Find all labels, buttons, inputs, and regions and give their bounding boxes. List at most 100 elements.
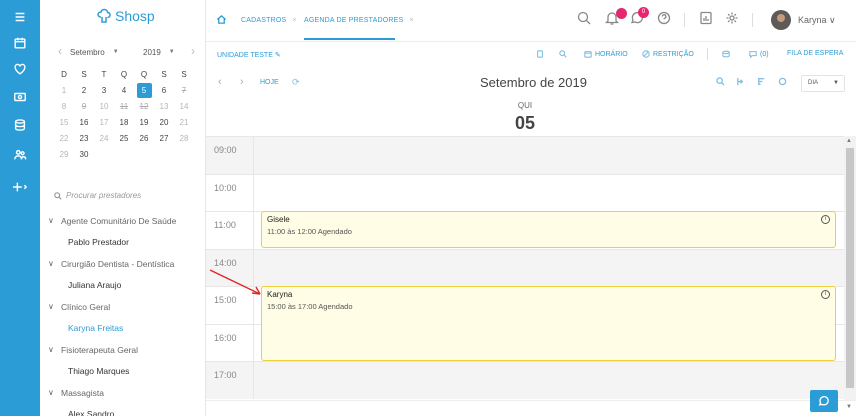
money-icon[interactable] <box>0 86 40 108</box>
calendar-day[interactable]: 14 <box>174 102 194 111</box>
calendar-day[interactable]: 24 <box>94 134 114 143</box>
chevron-down-icon: ∨ <box>48 388 54 398</box>
help-icon[interactable] <box>656 10 672 28</box>
calendar-day[interactable]: 11 <box>114 102 134 111</box>
print-button[interactable] <box>536 50 544 58</box>
calendar-day[interactable]: 8 <box>54 102 74 111</box>
pin-button[interactable] <box>722 50 730 58</box>
avatar[interactable] <box>771 10 791 30</box>
calendar-day-selected[interactable]: 5 <box>134 82 154 98</box>
provider-item[interactable]: Pablo Prestador <box>48 232 204 254</box>
search-button[interactable] <box>559 50 567 58</box>
specialty-group[interactable]: ∨ Fisioterapeuta Geral <box>48 339 204 361</box>
tab-cadastros[interactable]: CADASTROS × <box>241 17 297 24</box>
provider-search[interactable]: Procurar prestadores <box>54 191 141 200</box>
calendar-day[interactable]: 17 <box>94 118 114 127</box>
calendar-day[interactable]: 3 <box>94 86 114 95</box>
appointment-event[interactable]: Gisele 11:00 às 12:00 Agendado i <box>261 211 836 248</box>
add-expand-icon[interactable] <box>0 176 40 198</box>
calendar-day[interactable]: 23 <box>74 134 94 143</box>
search-icon[interactable] <box>716 77 725 88</box>
calendar-day[interactable]: 20 <box>154 118 174 127</box>
calendar-day[interactable]: 9 <box>74 102 94 111</box>
icon-rail <box>0 0 40 416</box>
calendar-day[interactable]: 12 <box>134 102 154 111</box>
calendar-day[interactable]: 25 <box>114 134 134 143</box>
specialty-group[interactable]: ∨ Clínico Geral <box>48 296 204 318</box>
block-icon <box>642 50 650 58</box>
info-icon[interactable]: i <box>821 290 830 299</box>
calendar-day[interactable]: 16 <box>74 118 94 127</box>
calendar-day[interactable]: 6 <box>154 86 174 95</box>
month-select[interactable]: Setembro ▼ <box>70 45 119 59</box>
provider-item[interactable]: Juliana Araujo <box>48 275 204 297</box>
calendar-next-button[interactable]: › <box>191 45 195 57</box>
horario-button[interactable]: HORÁRIO <box>584 50 628 58</box>
provider-item-selected[interactable]: Karyna Freitas <box>48 318 204 340</box>
week-row: 15 16 17 18 19 20 21 <box>54 114 204 130</box>
circle-icon[interactable] <box>778 77 787 88</box>
chevron-down-icon: ▼ <box>168 49 175 55</box>
info-icon[interactable]: i <box>821 215 830 224</box>
refresh-icon[interactable]: ⟳ <box>292 77 300 88</box>
calendar-day[interactable]: 2 <box>74 86 94 95</box>
calendar-day[interactable]: 21 <box>174 118 194 127</box>
calendar-day[interactable]: 1 <box>54 86 74 95</box>
unit-selector[interactable]: UNIDADE TESTE ✎ <box>217 51 281 59</box>
calendar-day[interactable]: 10 <box>94 102 114 111</box>
scrollbar-thumb[interactable] <box>846 148 854 388</box>
calendar-day[interactable]: 22 <box>54 134 74 143</box>
annotation-arrow-icon <box>209 269 261 295</box>
chat-float-button[interactable] <box>810 390 838 412</box>
calendar-icon[interactable] <box>0 32 40 54</box>
calendar-day[interactable]: 28 <box>174 134 194 143</box>
menu-icon[interactable] <box>0 6 40 28</box>
next-day-button[interactable]: › <box>240 76 244 88</box>
fila-espera-button[interactable]: FILA DE ESPERA <box>787 50 843 57</box>
person-filter-icon[interactable] <box>736 77 745 88</box>
chevron-down-icon: ▼ <box>112 49 119 55</box>
time-slot[interactable]: 14:00 <box>206 248 844 286</box>
calendar-day[interactable]: 29 <box>54 150 74 159</box>
year-select[interactable]: 2019 ▼ <box>143 45 175 59</box>
calendar-day[interactable]: 7 <box>174 86 194 95</box>
calendar-day[interactable]: 15 <box>54 118 74 127</box>
time-slot[interactable]: 17:00 <box>206 361 844 399</box>
tab-agenda-prestadores[interactable]: AGENDA DE PRESTADORES × <box>304 17 414 24</box>
gear-icon[interactable] <box>724 10 740 28</box>
database-icon[interactable] <box>0 114 40 136</box>
calendar-day[interactable]: 19 <box>134 118 154 127</box>
home-icon[interactable] <box>216 14 227 27</box>
calendar-day[interactable]: 30 <box>74 150 94 159</box>
specialty-group[interactable]: ∨ Cirurgião Dentista - Dentística <box>48 253 204 275</box>
time-slot[interactable]: 09:00 <box>206 136 844 174</box>
provider-item[interactable]: Alex Sandro <box>48 404 204 416</box>
close-icon[interactable]: × <box>292 17 296 24</box>
heart-icon[interactable] <box>0 58 40 80</box>
provider-item[interactable]: Thiago Marques <box>48 361 204 383</box>
time-slot[interactable]: 10:00 <box>206 173 844 211</box>
report-icon[interactable] <box>698 10 714 28</box>
calendar-day[interactable]: 27 <box>154 134 174 143</box>
calendar-day[interactable]: 26 <box>134 134 154 143</box>
appointment-event[interactable]: Karyna 15:00 às 17:00 Agendado i <box>261 286 836 361</box>
calendar-day[interactable]: 4 <box>114 86 134 95</box>
scroll-up-arrow[interactable]: ▲ <box>846 138 852 144</box>
event-patient: Karyna <box>267 290 293 299</box>
specialty-group[interactable]: ∨ Massagista <box>48 382 204 404</box>
calendar-prev-button[interactable]: ‹ <box>58 45 62 57</box>
messages-button[interactable]: (0) <box>749 50 769 58</box>
scroll-down-arrow[interactable]: ▼ <box>846 404 852 410</box>
specialty-group[interactable]: ∨ Agente Comunitário De Saúde <box>48 210 204 232</box>
close-icon[interactable]: × <box>409 17 413 24</box>
calendar-day[interactable]: 13 <box>154 102 174 111</box>
prev-day-button[interactable]: ‹ <box>218 76 222 88</box>
today-button[interactable]: HOJE <box>260 79 279 86</box>
user-menu[interactable]: Karyna ∨ <box>798 15 836 26</box>
restricao-button[interactable]: RESTRIÇÃO <box>642 50 694 58</box>
filter-icon[interactable] <box>757 77 766 88</box>
calendar-day[interactable]: 18 <box>114 118 134 127</box>
view-select[interactable]: DIA ▼ <box>801 75 845 92</box>
search-icon[interactable] <box>576 10 592 28</box>
users-icon[interactable] <box>0 144 40 166</box>
